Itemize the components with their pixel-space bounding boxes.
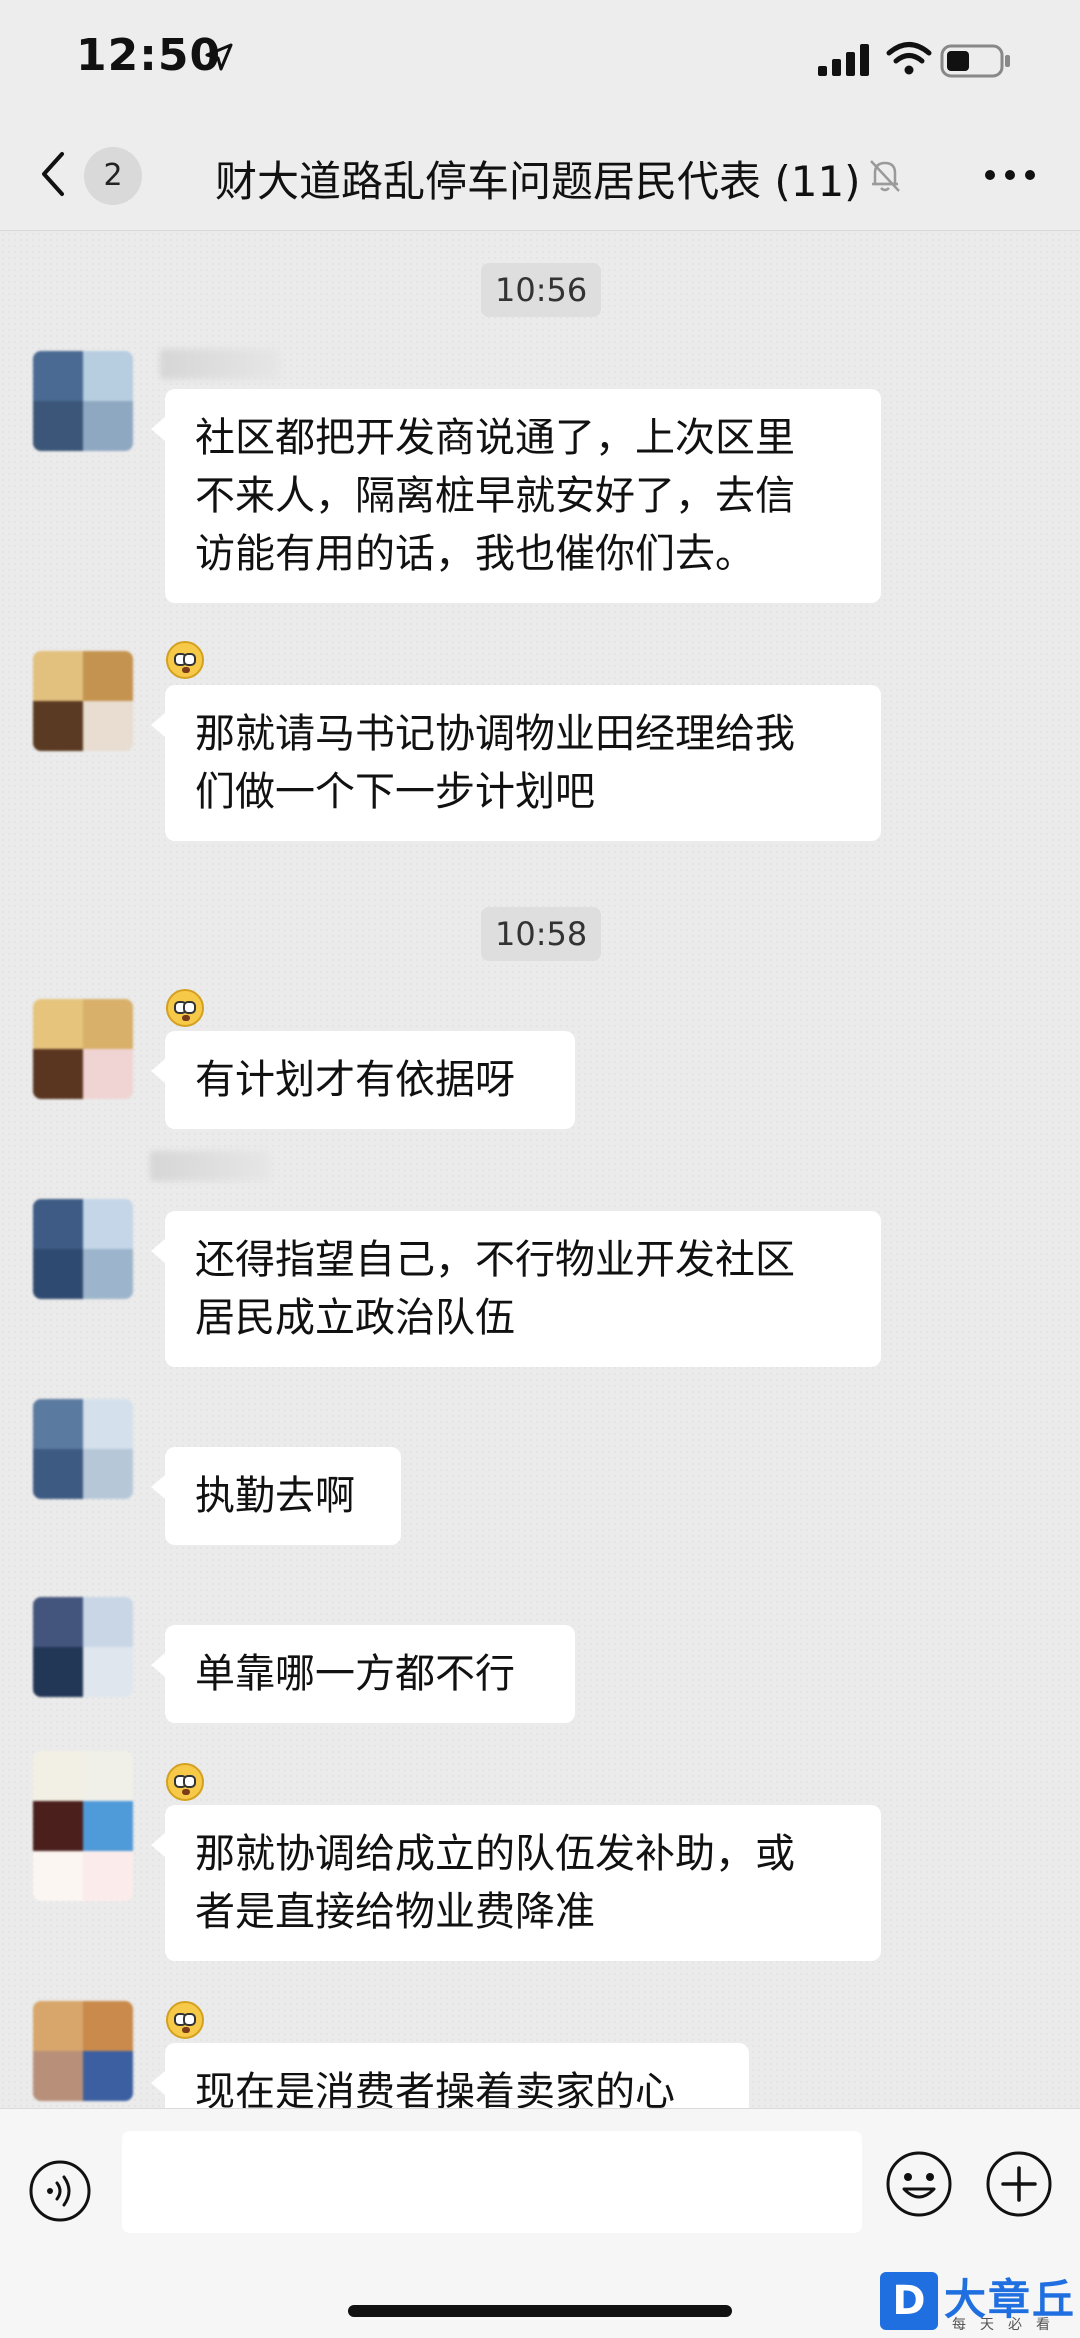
message-bubble[interactable]: 那就请马书记协调物业田经理给我 们做一个下一步计划吧 bbox=[151, 685, 881, 841]
flushed-emoji-icon bbox=[166, 989, 204, 1027]
message-line: 那就请马书记协调物业田经理给我 bbox=[195, 711, 795, 757]
location-arrow-icon bbox=[205, 43, 233, 71]
sender-name-blurred bbox=[160, 349, 280, 379]
message-list[interactable]: 10:56 社区都把开发商说通了，上次区里 不来人，隔离桩早就安好了，去信 访能… bbox=[0, 231, 1080, 2108]
avatar[interactable] bbox=[33, 2001, 133, 2101]
timestamp: 10:58 bbox=[481, 907, 602, 961]
more-dots-icon[interactable] bbox=[980, 150, 1040, 200]
message-bubble[interactable]: 现在是消费者操着卖家的心 bbox=[151, 2043, 749, 2108]
message-line: 那就协调给成立的队伍发补助，或 bbox=[195, 1831, 795, 1877]
watermark-logo-mark: D bbox=[880, 2272, 938, 2330]
message-line: 执勤去啊 bbox=[195, 1473, 355, 1519]
message-input[interactable] bbox=[122, 2131, 862, 2233]
back-chevron-icon[interactable] bbox=[32, 144, 72, 204]
mute-bell-icon bbox=[870, 160, 900, 192]
chat-title: 财大道路乱停车问题居民代表 (11) bbox=[215, 157, 861, 206]
emoji-icon[interactable] bbox=[884, 2149, 954, 2219]
battery-icon bbox=[940, 44, 1010, 78]
avatar[interactable] bbox=[33, 999, 133, 1099]
status-bar: 12:50 bbox=[0, 0, 1080, 120]
message-bubble[interactable]: 执勤去啊 bbox=[151, 1447, 401, 1545]
watermark-tagline: 每天必看 bbox=[952, 2317, 1064, 2333]
avatar[interactable] bbox=[33, 1597, 133, 1697]
message-line: 还得指望自己，不行物业开发社区 bbox=[195, 1237, 795, 1283]
message-line: 有计划才有依据呀 bbox=[195, 1057, 515, 1103]
message-bubble[interactable]: 单靠哪一方都不行 bbox=[151, 1625, 575, 1723]
avatar[interactable] bbox=[33, 1199, 133, 1299]
cellular-signal-icon bbox=[818, 44, 869, 76]
message-line: 访能有用的话，我也催你们去。 bbox=[195, 531, 755, 577]
unread-count-badge[interactable]: 2 bbox=[84, 147, 142, 205]
message-line: 社区都把开发商说通了，上次区里 bbox=[195, 415, 795, 461]
message-bubble[interactable]: 有计划才有依据呀 bbox=[151, 1031, 575, 1129]
message-bubble[interactable]: 那就协调给成立的队伍发补助，或 者是直接给物业费降准 bbox=[151, 1805, 881, 1961]
message-line: 现在是消费者操着卖家的心 bbox=[195, 2069, 675, 2108]
flushed-emoji-icon bbox=[166, 641, 204, 679]
avatar[interactable] bbox=[33, 1751, 133, 1901]
message-line: 单靠哪一方都不行 bbox=[195, 1651, 515, 1697]
wifi-icon bbox=[886, 42, 932, 75]
flushed-emoji-icon bbox=[166, 2001, 204, 2039]
avatar[interactable] bbox=[33, 1399, 133, 1499]
flushed-emoji-icon bbox=[166, 1763, 204, 1801]
message-line: 不来人，隔离桩早就安好了，去信 bbox=[195, 473, 795, 519]
voice-icon[interactable] bbox=[28, 2159, 92, 2223]
message-bubble[interactable]: 还得指望自己，不行物业开发社区 居民成立政治队伍 bbox=[151, 1211, 881, 1367]
status-time: 12:50 bbox=[76, 30, 222, 81]
message-line: 居民成立政治队伍 bbox=[195, 1295, 515, 1341]
avatar[interactable] bbox=[33, 351, 133, 451]
avatar[interactable] bbox=[33, 651, 133, 751]
chat-header: 2 财大道路乱停车问题居民代表 (11) bbox=[0, 120, 1080, 231]
plus-icon[interactable] bbox=[984, 2149, 1054, 2219]
timestamp: 10:56 bbox=[481, 263, 602, 317]
home-indicator bbox=[348, 2305, 732, 2317]
message-bubble[interactable]: 社区都把开发商说通了，上次区里 不来人，隔离桩早就安好了，去信 访能有用的话，我… bbox=[151, 389, 881, 603]
message-line: 们做一个下一步计划吧 bbox=[195, 769, 595, 815]
sender-name-blurred bbox=[150, 1151, 270, 1181]
message-line: 者是直接给物业费降准 bbox=[195, 1889, 595, 1935]
watermark-logo: D 大章丘 每天必看 bbox=[880, 2262, 1080, 2337]
